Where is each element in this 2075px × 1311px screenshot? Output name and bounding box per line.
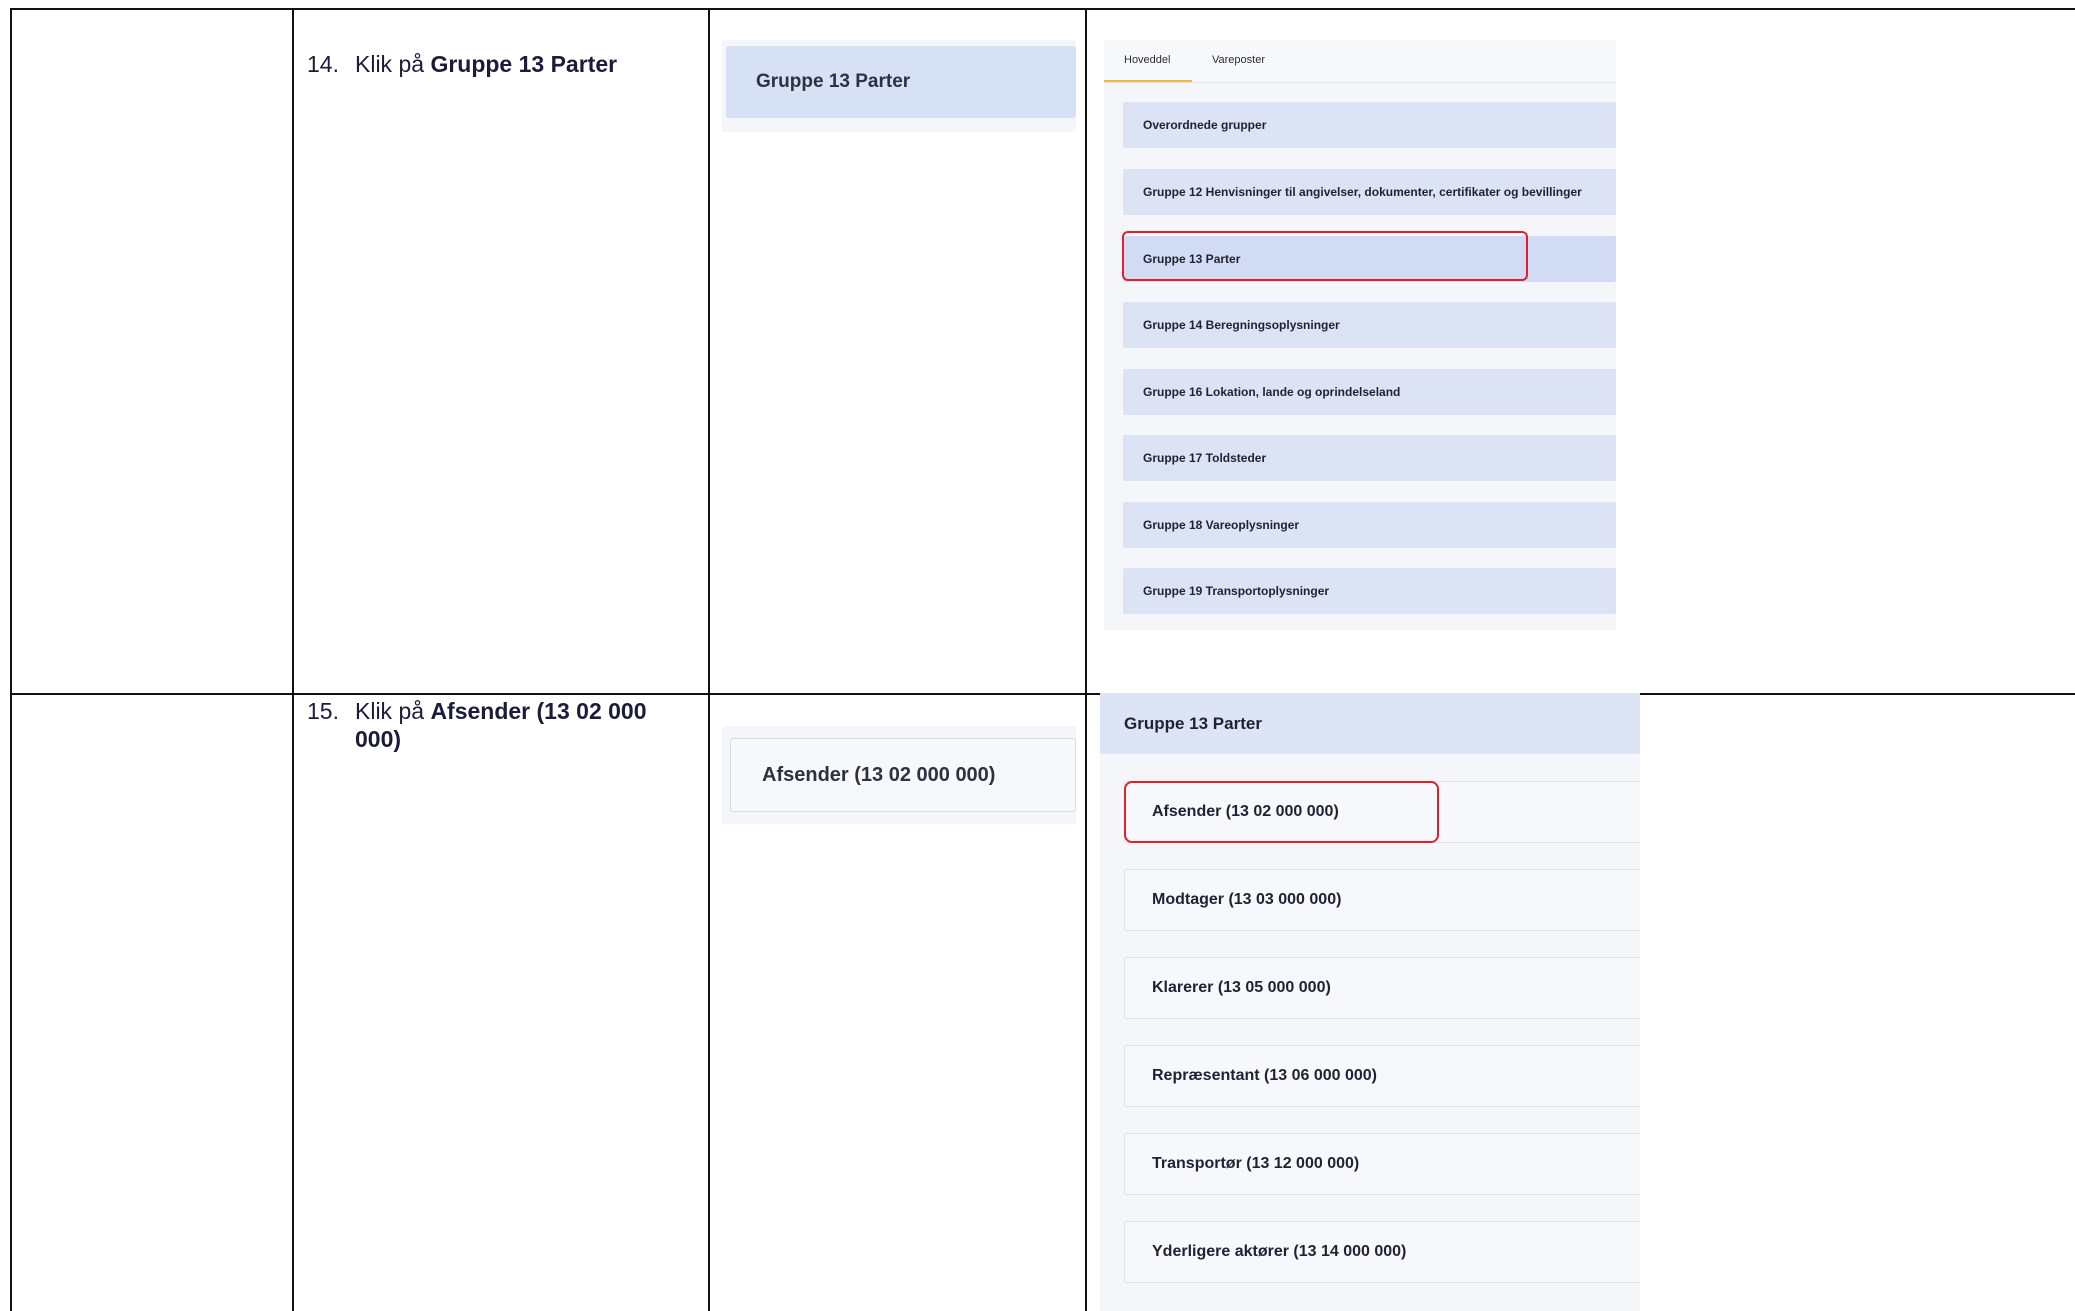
group-overordnede[interactable]: Overordnede grupper [1123,102,1616,148]
tab-vareposter[interactable]: Vareposter [1212,54,1265,66]
step-target-line2: 000) [355,726,402,752]
crop-afsender-label: Afsender (13 02 000 000) [762,763,996,786]
crop-thumbnail-gruppe13: Gruppe 13 Parter [722,40,1076,132]
step-target: Gruppe 13 Parter [430,51,618,77]
crop-thumbnail-afsender: Afsender (13 02 000 000) [722,726,1076,824]
group-label: Gruppe 12 Henvisninger til angivelser, d… [1143,185,1582,199]
group13-header-label: Gruppe 13 Parter [1124,713,1262,733]
col-border-2 [708,8,710,1311]
party-label: Modtager (13 03 000 000) [1152,891,1342,908]
party-transportoer[interactable]: Transportør (13 12 000 000) [1124,1133,1640,1195]
step-target-line1: Afsender (13 02 000 [430,698,647,724]
step-15-instruction: 15. Klik på Afsender (13 02 000 000) [307,697,647,753]
col-border-left [10,8,12,1311]
group-label: Gruppe 19 Transportoplysninger [1143,584,1330,598]
table-top-border [10,8,2075,10]
step-14-instruction: 14. Klik på Gruppe 13 Parter [307,50,617,78]
group-17[interactable]: Gruppe 17 Toldsteder [1123,435,1616,481]
group-label: Gruppe 14 Beregningsoplysninger [1143,318,1340,332]
crop-gruppe13-label: Gruppe 13 Parter [756,71,911,92]
party-label: Yderligere aktører (13 14 000 000) [1152,1243,1407,1260]
col-border-1 [292,8,294,1311]
highlight-box-group13 [1122,231,1528,281]
step-prefix: Klik på [355,51,425,77]
step-number: 14. [307,51,339,77]
group-14[interactable]: Gruppe 14 Beregningsoplysninger [1123,302,1616,348]
group-label: Gruppe 18 Vareoplysninger [1143,518,1300,532]
party-yderligere[interactable]: Yderligere aktører (13 14 000 000) [1124,1221,1640,1283]
screenshot-group-list: Hoveddel Vareposter Overordnede grupper … [1104,40,1616,630]
group-label: Gruppe 16 Lokation, lande og oprindelsel… [1143,385,1401,399]
col-border-3 [1085,8,1087,1311]
tab-bar: Hoveddel Vareposter [1104,40,1616,83]
screenshot-parties-list: Gruppe 13 Parter Afsender (13 02 000 000… [1100,693,1640,1311]
party-modtager[interactable]: Modtager (13 03 000 000) [1124,869,1640,931]
group-label: Overordnede grupper [1143,118,1267,132]
group-16[interactable]: Gruppe 16 Lokation, lande og oprindelsel… [1123,369,1616,415]
tab-hoveddel[interactable]: Hoveddel [1124,54,1170,66]
row-divider [10,693,2075,695]
party-repraesentant[interactable]: Repræsentant (13 06 000 000) [1124,1045,1640,1107]
party-label: Repræsentant (13 06 000 000) [1152,1067,1377,1084]
step-prefix: Klik på [355,698,425,724]
active-tab-indicator [1104,80,1192,82]
party-label: Transportør (13 12 000 000) [1152,1155,1360,1172]
step-number: 15. [307,698,339,724]
group-19[interactable]: Gruppe 19 Transportoplysninger [1123,568,1616,614]
crop-gruppe13-button: Gruppe 13 Parter [726,46,1076,118]
crop-afsender-button: Afsender (13 02 000 000) [730,738,1076,812]
highlight-box-afsender [1124,781,1439,843]
group13-header[interactable]: Gruppe 13 Parter [1100,693,1640,754]
party-label: Klarerer (13 05 000 000) [1152,979,1331,996]
group-label: Gruppe 17 Toldsteder [1143,451,1267,465]
group-18[interactable]: Gruppe 18 Vareoplysninger [1123,502,1616,548]
party-klarerer[interactable]: Klarerer (13 05 000 000) [1124,957,1640,1019]
group-12[interactable]: Gruppe 12 Henvisninger til angivelser, d… [1123,169,1616,215]
